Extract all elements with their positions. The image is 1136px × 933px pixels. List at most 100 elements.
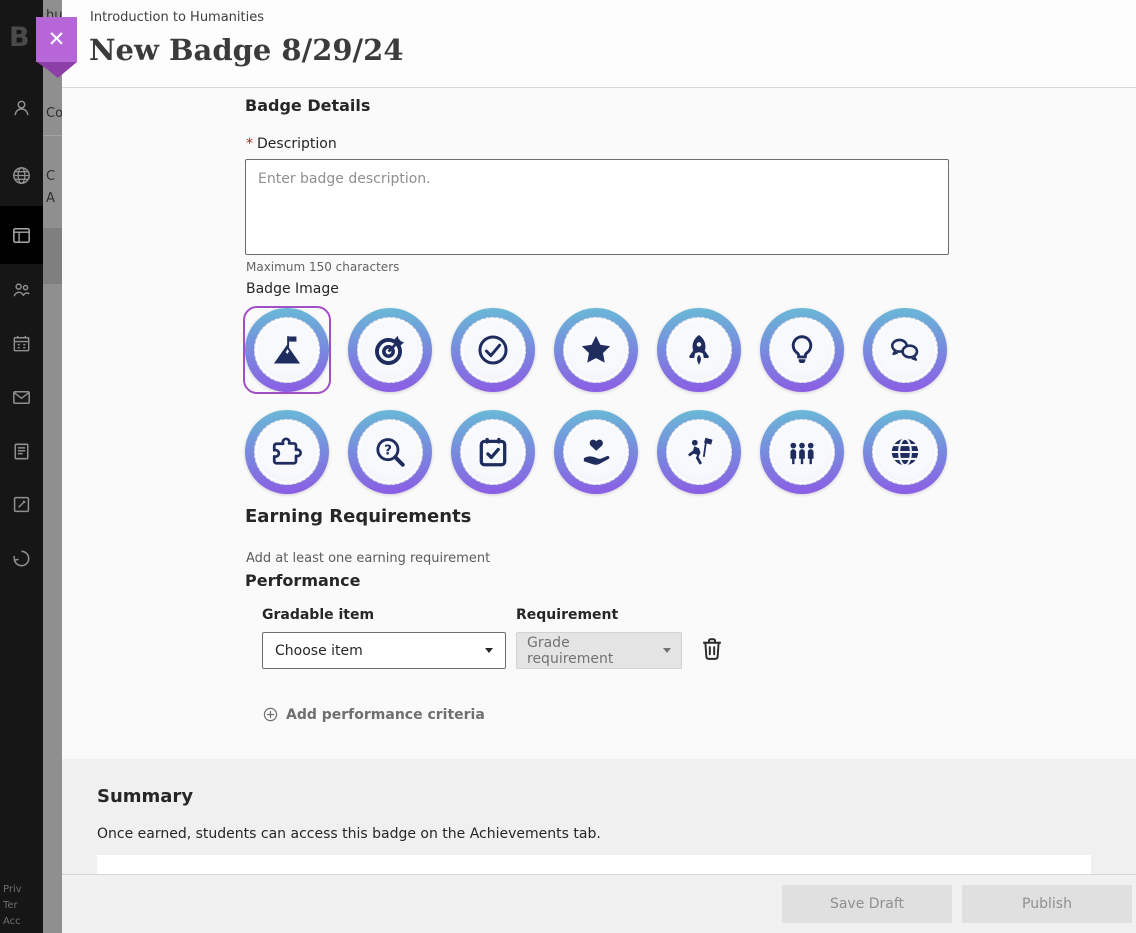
gradable-item-select[interactable]: Choose item [262,632,506,669]
accessibility-link[interactable]: Acc [3,916,22,927]
gradable-item-label: Gradable item [262,607,374,623]
sidebar-item-history[interactable] [10,547,33,570]
chevron-down-icon [485,648,493,653]
delete-requirement-button[interactable] [698,635,726,665]
publish-button[interactable]: Publish [962,885,1132,923]
add-performance-criteria-label: Add performance criteria [286,707,485,723]
team-icon [769,419,835,485]
grades-icon [10,493,33,516]
summary-heading: Summary [97,786,193,807]
earning-requirements-heading: Earning Requirements [245,506,471,527]
sidebar-item-grades[interactable] [10,493,33,516]
badge-image-label: Badge Image [246,281,339,297]
badge-option-calendar-check[interactable] [451,410,535,494]
hand-heart-icon [563,419,629,485]
puzzle-piece-icon [254,419,320,485]
groups-icon [10,278,33,301]
badge-option-runner-flag[interactable] [657,410,741,494]
circle-plus-icon [262,706,279,723]
backdrop-card-fragment [43,228,62,284]
badge-gradient-ring [760,308,844,392]
trash-icon [699,635,725,663]
panel-footer: Save Draft Publish [62,874,1136,933]
requirement-select[interactable]: Grade requirement [516,632,682,669]
globe-icon [872,419,938,485]
badge-option-hand-heart[interactable] [554,410,638,494]
page-title: New Badge 8/29/24 [89,33,404,67]
sidebar-item-messages[interactable] [10,386,33,409]
backdrop-text-fragment: A [46,191,55,206]
course-card-icon [10,224,33,247]
sidebar-item-globe-nav[interactable] [10,164,33,187]
earning-helper-text: Add at least one earning requirement [246,551,490,566]
sidebar-item-profile[interactable] [10,96,33,119]
badge-option-lightbulb[interactable] [760,308,844,392]
badge-gradient-ring [863,410,947,494]
globe-nav-icon [10,164,33,187]
target-arrow-icon [357,317,423,383]
check-circle-icon [460,317,526,383]
sidebar-item-course-card[interactable] [10,224,33,247]
badge-gradient-ring [863,308,947,392]
badge-option-rocket[interactable] [657,308,741,392]
badge-option-chat-bubbles[interactable] [863,308,947,392]
breadcrumb: Introduction to Humanities [90,10,264,25]
backdrop-text-fragment: C [46,169,55,184]
badge-option-star[interactable] [554,308,638,392]
badge-gradient-ring [451,410,535,494]
backdrop-divider [43,135,62,136]
badge-gradient-ring [554,308,638,392]
chevron-down-icon [663,648,671,653]
add-performance-criteria-button[interactable]: Add performance criteria [262,706,485,723]
calendar-check-icon [460,419,526,485]
search-question-icon [357,419,423,485]
screen: B Priv Ter Acc hu Co C A Introduction to… [0,0,1136,933]
calendar-grid-icon [10,332,33,355]
runner-flag-icon [666,419,732,485]
badge-gradient-ring [657,308,741,392]
badge-option-mountain-flag[interactable] [245,308,329,392]
rocket-icon [666,317,732,383]
star-icon [563,317,629,383]
sidebar-footer-links: Priv Ter Acc [3,884,22,927]
badge-option-check-circle[interactable] [451,308,535,392]
backdrop-text-fragment: Co [46,106,62,121]
badge-gradient-ring [348,410,432,494]
messages-icon [10,386,33,409]
profile-icon [10,96,33,119]
save-draft-button[interactable]: Save Draft [782,885,952,923]
history-icon [10,547,33,570]
description-input[interactable] [245,159,949,255]
terms-link[interactable]: Ter [3,900,22,911]
badge-option-team[interactable] [760,410,844,494]
summary-text: Once earned, students can access this ba… [97,826,601,842]
close-panel-button[interactable]: ✕ [36,17,77,62]
badge-gradient-ring [451,308,535,392]
new-badge-panel: Introduction to Humanities New Badge 8/2… [62,0,1136,933]
badge-option-target-arrow[interactable] [348,308,432,392]
badge-option-puzzle-piece[interactable] [245,410,329,494]
documents-icon [10,440,33,463]
description-helper-text: Maximum 150 characters [246,260,399,274]
badge-gradient-ring [348,308,432,392]
badge-option-globe[interactable] [863,410,947,494]
chat-bubbles-icon [872,317,938,383]
badge-gradient-ring [760,410,844,494]
description-label: *Description [246,136,337,152]
close-icon: ✕ [48,29,66,50]
badge-details-heading: Badge Details [245,96,370,115]
summary-section: Summary Once earned, students can access… [62,759,1136,874]
badge-image-grid [245,308,949,494]
sidebar-item-groups[interactable] [10,278,33,301]
privacy-link[interactable]: Priv [3,884,22,895]
lightbulb-icon [769,317,835,383]
summary-input[interactable] [97,855,1091,874]
badge-option-search-question[interactable] [348,410,432,494]
performance-heading: Performance [245,571,361,590]
sidebar-item-calendar-grid[interactable] [10,332,33,355]
mountain-flag-icon [254,317,320,383]
app-sidebar: B Priv Ter Acc [0,0,43,933]
required-asterisk: * [246,136,253,152]
sidebar-item-documents[interactable] [10,440,33,463]
badge-gradient-ring [245,410,329,494]
